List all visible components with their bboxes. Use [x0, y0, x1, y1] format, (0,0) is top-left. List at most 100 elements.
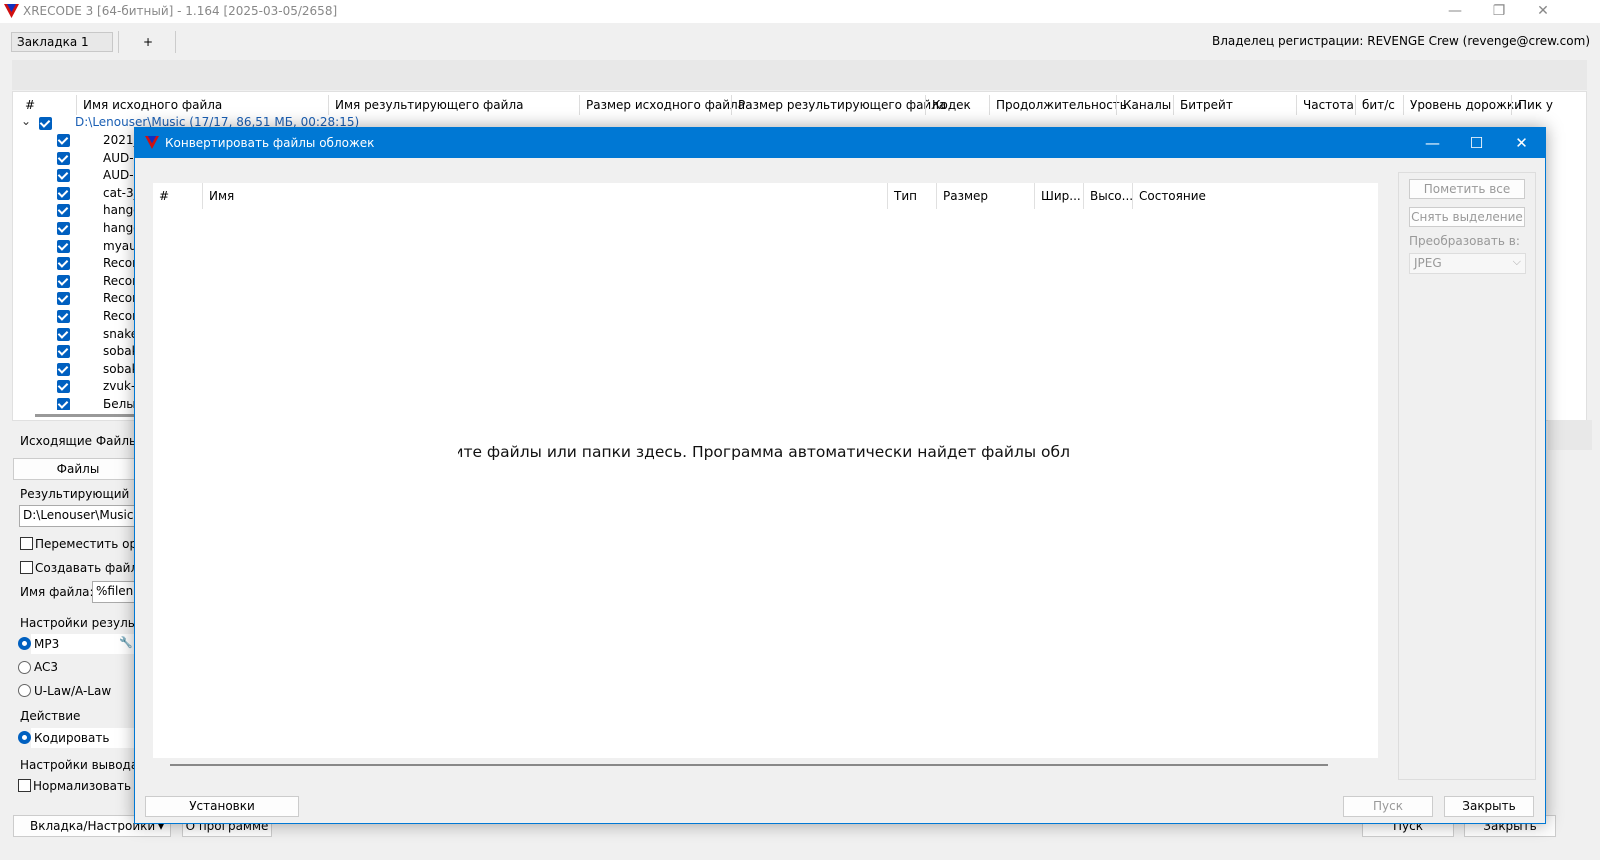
- file-row[interactable]: 2021_: [13, 132, 143, 150]
- file-name: Record: [103, 273, 135, 288]
- file-checkbox[interactable]: [57, 380, 70, 394]
- xrecode-logo-icon: [145, 136, 159, 149]
- tab-bookmark-1[interactable]: Закладка 1: [11, 32, 113, 52]
- file-row[interactable]: Record: [13, 273, 143, 291]
- file-row[interactable]: hango: [13, 220, 143, 238]
- file-row[interactable]: cat-3_: [13, 185, 143, 203]
- column-header-type[interactable]: Тип: [887, 183, 936, 209]
- create-files-checkbox[interactable]: [20, 561, 33, 574]
- dialog-close-button[interactable]: ✕: [1499, 128, 1544, 158]
- column-header-result-name[interactable]: Имя результирующего файла: [328, 95, 579, 115]
- column-header-size[interactable]: Размер: [936, 183, 1035, 209]
- output-settings-label: Настройки вывода: [20, 758, 139, 772]
- column-header-height[interactable]: Высо...: [1083, 183, 1133, 209]
- column-header-source-name[interactable]: Имя исходного файла: [76, 95, 328, 115]
- dialog-minimize-button[interactable]: —: [1410, 128, 1455, 158]
- files-button[interactable]: Файлы: [13, 458, 143, 480]
- column-header-status[interactable]: Состояние: [1132, 183, 1252, 209]
- file-checkbox[interactable]: [57, 204, 70, 218]
- right-panel-edge: [1548, 420, 1592, 450]
- file-checkbox[interactable]: [57, 134, 70, 147]
- file-row[interactable]: Record: [13, 308, 143, 326]
- minimize-button[interactable]: —: [1433, 0, 1477, 23]
- file-row[interactable]: snake-: [13, 326, 143, 344]
- column-header-result-size[interactable]: Размер результирующего файла: [731, 95, 946, 115]
- file-name: AUD-2: [103, 168, 135, 183]
- cover-file-list[interactable]: # Имя Тип Размер Шир... Высо... Состояни…: [153, 183, 1378, 758]
- dialog-horizontal-scrollbar[interactable]: [170, 764, 1328, 766]
- file-name: sobaka: [103, 361, 135, 376]
- filename-field[interactable]: %filena: [92, 581, 140, 603]
- format-mp3-radio[interactable]: [18, 637, 31, 650]
- file-checkbox[interactable]: [57, 151, 70, 165]
- column-header-bitrate[interactable]: Битрейт: [1173, 95, 1296, 115]
- column-header-name[interactable]: Имя: [202, 183, 888, 209]
- file-row[interactable]: Record: [13, 290, 143, 308]
- move-original-checkbox[interactable]: [20, 537, 33, 550]
- column-header-track-level[interactable]: Уровень дорожки: [1403, 95, 1522, 115]
- group-checkbox[interactable]: [39, 117, 52, 130]
- xrecode-logo-icon: [4, 4, 19, 18]
- file-row[interactable]: myauk: [13, 238, 143, 256]
- file-checkbox[interactable]: [57, 239, 70, 253]
- format-ac3-label: AC3: [34, 660, 59, 674]
- dialog-title-bar: Конвертировать файлы обложек — ☐ ✕: [135, 128, 1545, 158]
- file-checkbox[interactable]: [57, 345, 70, 359]
- select-all-button[interactable]: Пометить все: [1409, 179, 1525, 199]
- format-mp3-row[interactable]: MP3 🔧: [31, 634, 136, 654]
- file-row[interactable]: Белые: [13, 396, 143, 410]
- dialog-close-action-button[interactable]: Закрыть: [1444, 796, 1534, 817]
- tab-divider: [175, 31, 176, 53]
- file-row[interactable]: hango: [13, 202, 143, 220]
- action-encode-row[interactable]: Кодировать: [31, 728, 136, 748]
- file-checkbox[interactable]: [57, 186, 70, 200]
- file-checkbox[interactable]: [57, 257, 70, 271]
- file-name: Белые: [103, 397, 135, 410]
- chevron-down-icon[interactable]: ⌄: [21, 114, 31, 128]
- file-checkbox[interactable]: [57, 310, 70, 323]
- column-header-codec[interactable]: Кодек: [925, 95, 989, 115]
- file-checkbox[interactable]: [57, 327, 70, 341]
- wrench-icon[interactable]: 🔧: [119, 636, 133, 649]
- action-encode-radio[interactable]: [18, 731, 31, 744]
- horizontal-scrollbar[interactable]: [35, 414, 145, 417]
- column-header-duration[interactable]: Продолжительность: [989, 95, 1127, 115]
- column-header-peak[interactable]: Пик у: [1511, 95, 1571, 115]
- file-name: hango: [103, 203, 135, 218]
- file-row[interactable]: AUD-2: [13, 150, 143, 168]
- close-button[interactable]: ✕: [1521, 0, 1565, 23]
- dialog-maximize-button[interactable]: ☐: [1454, 128, 1499, 158]
- deselect-button[interactable]: Снять выделение: [1409, 207, 1525, 227]
- output-directory-field[interactable]: D:\Lenouser\Music: [19, 505, 139, 527]
- file-checkbox[interactable]: [57, 222, 70, 235]
- file-row[interactable]: AUD-2: [13, 167, 143, 185]
- dialog-start-button[interactable]: Пуск: [1343, 796, 1433, 817]
- convert-format-select[interactable]: JPEG ⌵: [1409, 253, 1526, 274]
- restore-button[interactable]: ❐: [1477, 0, 1521, 23]
- column-header-number[interactable]: #: [19, 95, 35, 115]
- file-checkbox[interactable]: [57, 274, 70, 288]
- column-header-width[interactable]: Шир...: [1034, 183, 1083, 209]
- tab-strip: Закладка 1 + Владелец регистрации: REVEN…: [0, 23, 1600, 61]
- file-row[interactable]: sobaka: [13, 361, 143, 379]
- add-tab-button[interactable]: +: [126, 32, 170, 52]
- convert-covers-dialog: Конвертировать файлы обложек — ☐ ✕ # Имя…: [134, 127, 1546, 824]
- column-header-number[interactable]: #: [153, 183, 203, 209]
- file-checkbox[interactable]: [57, 362, 70, 376]
- format-ac3-radio[interactable]: [18, 661, 31, 674]
- column-header-source-size[interactable]: Размер исходного файла: [579, 95, 745, 115]
- column-header-frequency[interactable]: Частота: [1296, 95, 1356, 115]
- file-row[interactable]: Record: [13, 255, 143, 273]
- column-header-channels[interactable]: Каналы: [1116, 95, 1173, 115]
- settings-button[interactable]: Установки: [145, 796, 299, 817]
- file-checkbox[interactable]: [57, 169, 70, 183]
- file-checkbox[interactable]: [57, 292, 70, 306]
- file-row[interactable]: sobaka: [13, 343, 143, 361]
- source-files-label: Исходящие Файлы: [20, 434, 139, 448]
- file-checkbox[interactable]: [57, 398, 70, 410]
- column-header-bits[interactable]: бит/с: [1355, 95, 1403, 115]
- normalize-checkbox[interactable]: [18, 779, 31, 792]
- format-mp3-label: MP3: [34, 637, 60, 651]
- file-row[interactable]: zvuk-k: [13, 378, 143, 396]
- format-ulaw-radio[interactable]: [18, 684, 31, 697]
